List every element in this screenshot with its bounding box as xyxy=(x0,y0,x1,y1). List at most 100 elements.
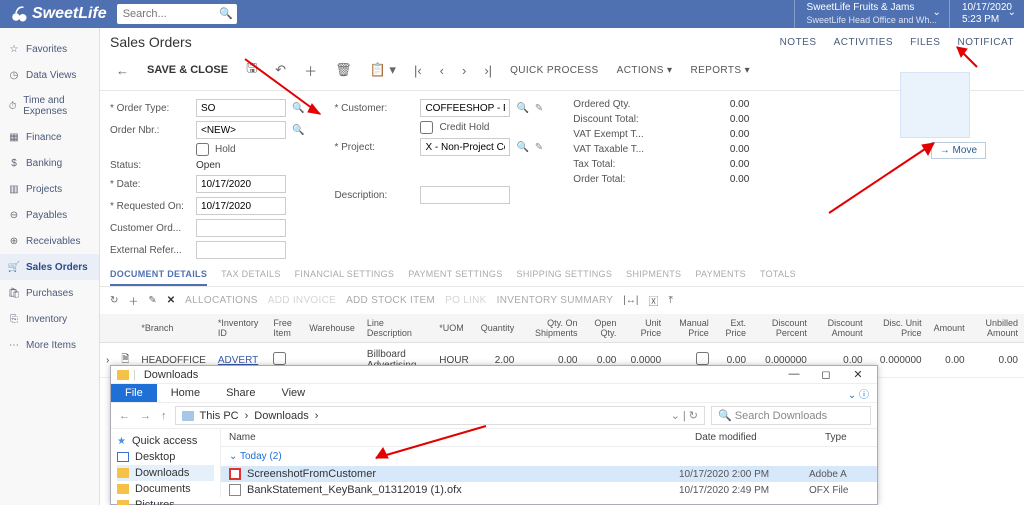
hold-checkbox[interactable] xyxy=(196,143,209,156)
ribbon-file-tab[interactable]: File xyxy=(111,384,157,402)
col-header[interactable]: Manual Price xyxy=(667,314,715,343)
grid-upload-icon[interactable]: ⤒ xyxy=(668,295,672,306)
col-date[interactable]: Date modified xyxy=(687,429,817,446)
tab-payments[interactable]: PAYMENTS xyxy=(695,269,746,286)
explorer-nav-pane[interactable]: Quick accessDesktopDownloadsDocumentsPic… xyxy=(111,429,221,497)
col-header[interactable]: Free Item xyxy=(267,314,303,343)
tab-payment-settings[interactable]: PAYMENT SETTINGS xyxy=(408,269,502,286)
grid-delete-icon[interactable]: ✕ xyxy=(167,295,175,306)
nav-back-button[interactable]: ← xyxy=(117,410,132,422)
requested-field[interactable] xyxy=(196,197,286,215)
file-explorer-window[interactable]: | Downloads — ◻ ✕ File Home Share View ⌄… xyxy=(110,365,878,505)
maximize-button[interactable]: ◻ xyxy=(813,368,839,381)
minimize-button[interactable]: — xyxy=(781,368,807,381)
search-icon[interactable]: 🔍 xyxy=(219,7,233,20)
add-button[interactable]: ＋ xyxy=(298,58,323,83)
explorer-nav-documents[interactable]: Documents xyxy=(117,481,214,497)
activities-link[interactable]: ACTIVITIES xyxy=(834,37,893,48)
explorer-search[interactable]: 🔍 Search Downloads xyxy=(711,406,871,425)
tab-tax-details[interactable]: TAX DETAILS xyxy=(221,269,280,286)
col-header[interactable] xyxy=(115,314,135,343)
grid-fit-icon[interactable]: |↔| xyxy=(623,295,638,306)
quick-process-button[interactable]: QUICK PROCESS xyxy=(504,62,605,79)
credit-hold-checkbox[interactable] xyxy=(420,121,433,134)
breadcrumb[interactable]: This PC › Downloads › ⌄ | ↻ xyxy=(175,406,706,425)
file-item[interactable]: ScreenshotFromCustomer10/17/2020 2:00 PM… xyxy=(221,466,877,482)
col-type[interactable]: Type xyxy=(817,429,877,446)
sidebar-item-more-items[interactable]: ⋯More Items xyxy=(0,332,99,358)
nav-forward-button[interactable]: → xyxy=(138,410,153,422)
col-header[interactable]: Unit Price xyxy=(622,314,667,343)
last-button[interactable]: ›| xyxy=(478,60,498,81)
col-header[interactable]: Discount Percent xyxy=(752,314,813,343)
notes-link[interactable]: NOTES xyxy=(780,37,817,48)
order-nbr-field[interactable] xyxy=(196,121,286,139)
files-link[interactable]: FILES xyxy=(910,37,940,48)
col-header[interactable]: Line Description xyxy=(361,314,433,343)
ribbon-home-tab[interactable]: Home xyxy=(159,384,212,402)
sidebar-item-time-and-expenses[interactable]: ⏱Time and Expenses xyxy=(0,88,99,124)
grid-export-icon[interactable]: 🅇 xyxy=(648,293,658,308)
notifications-link[interactable]: NOTIFICAT xyxy=(957,37,1014,48)
customer-field[interactable] xyxy=(420,99,510,117)
delete-button[interactable]: 🗑 xyxy=(329,59,358,81)
sidebar-item-data-views[interactable]: ◷Data Views xyxy=(0,62,99,88)
file-item[interactable]: BankStatement_KeyBank_01312019 (1).ofx10… xyxy=(221,482,877,497)
grid-add-icon[interactable]: ＋ xyxy=(128,293,138,308)
manual-price-checkbox[interactable] xyxy=(696,352,709,365)
col-header[interactable]: Amount xyxy=(928,314,971,343)
col-header[interactable]: Open Qty. xyxy=(583,314,622,343)
date-field[interactable] xyxy=(196,175,286,193)
allocations-button[interactable]: ALLOCATIONS xyxy=(185,295,258,306)
col-header[interactable]: Unbilled Amount xyxy=(971,314,1024,343)
cell-amount[interactable]: 0.00 xyxy=(928,343,971,378)
col-header[interactable]: Qty. On Shipments xyxy=(520,314,583,343)
crumb[interactable]: Downloads xyxy=(254,410,308,422)
crumb[interactable]: This PC xyxy=(200,410,239,422)
ribbon-expand-icon[interactable]: ⌄ ⓘ xyxy=(848,386,877,401)
tab-financial-settings[interactable]: FINANCIAL SETTINGS xyxy=(295,269,395,286)
ribbon-view-tab[interactable]: View xyxy=(269,384,317,402)
col-header[interactable]: *UOM xyxy=(433,314,474,343)
order-type-field[interactable] xyxy=(196,99,286,117)
lookup-icon[interactable]: 🔍 xyxy=(516,103,528,114)
cancel-button[interactable]: ↶ xyxy=(269,59,292,81)
file-group-header[interactable]: Today (2) xyxy=(221,447,877,466)
nav-up-button[interactable]: ↑ xyxy=(159,410,169,422)
col-header[interactable]: *Inventory ID xyxy=(212,314,268,343)
close-button[interactable]: ✕ xyxy=(845,368,871,381)
col-header[interactable]: Ext. Price xyxy=(715,314,752,343)
sidebar-item-projects[interactable]: ▥Projects xyxy=(0,176,99,202)
sidebar-item-favorites[interactable]: ☆Favorites xyxy=(0,36,99,62)
inventory-link[interactable]: ADVERT xyxy=(218,355,258,366)
explorer-nav-downloads[interactable]: Downloads xyxy=(117,465,214,481)
explorer-nav-pictures[interactable]: Pictures xyxy=(117,497,214,505)
col-header[interactable]: Discount Amount xyxy=(813,314,869,343)
actions-menu[interactable]: ACTIONS ▾ xyxy=(611,62,679,79)
inventory-summary-button[interactable]: INVENTORY SUMMARY xyxy=(497,295,614,306)
ribbon-share-tab[interactable]: Share xyxy=(214,384,267,402)
grid-edit-icon[interactable]: ✎ xyxy=(148,295,156,306)
lookup-icon[interactable]: 🔍 xyxy=(292,125,304,136)
sidebar-item-sales-orders[interactable]: 🛒Sales Orders xyxy=(0,254,99,280)
col-header[interactable]: Warehouse xyxy=(303,314,361,343)
sidebar-item-inventory[interactable]: ⎘Inventory xyxy=(0,306,99,332)
file-drop-zone[interactable] xyxy=(900,72,970,138)
company-selector[interactable]: SweetLife Fruits & Jams SweetLife Head O… xyxy=(794,0,949,28)
copy-paste-button[interactable]: 📋 ▾ xyxy=(364,59,402,81)
grid-refresh-icon[interactable]: ↻ xyxy=(110,295,118,306)
explorer-nav-desktop[interactable]: Desktop xyxy=(117,449,214,465)
cell-unbilled[interactable]: 0.00 xyxy=(971,343,1024,378)
col-name[interactable]: Name xyxy=(221,429,687,446)
explorer-nav-quick-access[interactable]: Quick access xyxy=(117,433,214,449)
free-item-checkbox[interactable] xyxy=(273,352,286,365)
back-button[interactable]: ← xyxy=(110,60,135,81)
tab-shipping-settings[interactable]: SHIPPING SETTINGS xyxy=(517,269,613,286)
sidebar-item-purchases[interactable]: 🛍Purchases xyxy=(0,280,99,306)
reports-menu[interactable]: REPORTS ▾ xyxy=(684,62,756,79)
tab-totals[interactable]: TOTALS xyxy=(760,269,796,286)
tab-shipments[interactable]: SHIPMENTS xyxy=(626,269,681,286)
first-button[interactable]: |‹ xyxy=(408,60,428,81)
sidebar-item-receivables[interactable]: ⊕Receivables xyxy=(0,228,99,254)
project-field[interactable] xyxy=(420,138,510,156)
